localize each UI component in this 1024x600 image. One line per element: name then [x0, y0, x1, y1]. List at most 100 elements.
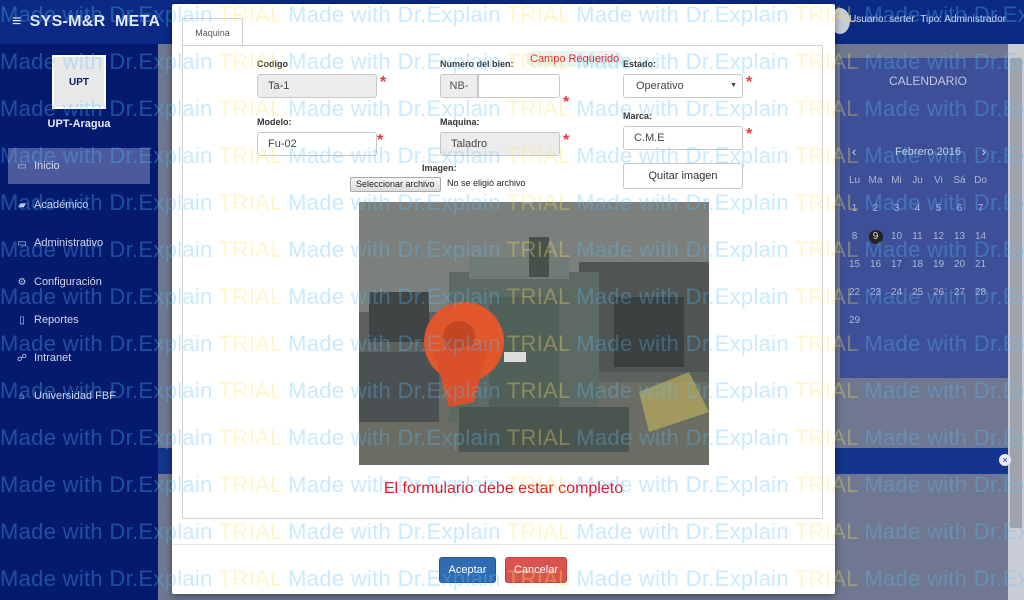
numero-bien-prefix: NB- — [440, 74, 478, 98]
codigo-label: Codigo — [257, 59, 288, 69]
calendar-weekday: Vi — [934, 175, 943, 186]
required-mark: * — [746, 126, 753, 143]
calendar-day[interactable]: 20 — [949, 258, 970, 272]
hamburger-icon[interactable]: ≡ — [12, 13, 22, 30]
calendar-day[interactable]: 28 — [970, 286, 991, 300]
sidebar-item-label: Administrativo — [34, 237, 104, 249]
calendar-weekday: Do — [974, 175, 987, 186]
calendar-day[interactable]: 22 — [844, 286, 865, 300]
brand-suffix: META — [115, 13, 161, 30]
calendar-day[interactable]: 6 — [949, 202, 970, 216]
chevron-right-icon[interactable]: › — [982, 144, 986, 159]
calendar-day[interactable]: 27 — [949, 286, 970, 300]
select-file-button[interactable]: Seleccionar archivo — [350, 177, 441, 192]
calendar-widget: CALENDARIO ‹ Febrero 2016 › Lu Ma Mi Ju Vi Sá… — [840, 58, 1016, 378]
sidebar-item-universidad[interactable]: ⌂ Universidad FBF — [16, 390, 116, 402]
calendar-day[interactable]: 3 — [886, 202, 907, 216]
calendar-day[interactable]: 9 — [868, 230, 883, 244]
required-mark: * — [380, 74, 387, 91]
sidebar-item-configuracion[interactable]: ⚙ Configuración — [16, 276, 102, 288]
imagen-label: Imagen: — [422, 163, 457, 173]
caret-down-icon: ▼ — [730, 82, 737, 89]
calendar-day[interactable]: 14 — [970, 230, 991, 244]
machine-photo — [359, 202, 709, 465]
modelo-field[interactable]: Fu-02 — [257, 132, 377, 156]
user-info[interactable]: Usuario: serter Tipo: Administrador — [849, 14, 1006, 25]
calendar-day[interactable]: 1 — [844, 202, 865, 216]
sidebar-item-label: Inicio — [34, 160, 60, 172]
calendar-day[interactable]: 26 — [928, 286, 949, 300]
calendar-day[interactable]: 15 — [844, 258, 865, 272]
sidebar-item-label: Universidad FBF — [34, 390, 116, 402]
calendar-weekday: Lu — [848, 175, 861, 186]
institution-icon: ⌂ — [18, 390, 26, 402]
required-mark: * — [563, 132, 570, 149]
sidebar: UPT UPT-Aragua ▭ Inicio ▰ Académico ▭ Admin… — [0, 0, 158, 600]
sidebar-item-intranet[interactable]: ☍ Intranet — [16, 352, 71, 364]
institution-name: UPT-Aragua — [47, 118, 111, 130]
sidebar-item-reportes[interactable]: ▯ Reportes — [16, 314, 79, 326]
calendar-grid: Lu Ma Mi Ju Vi Sá Do 1 2 3 4 5 6 7 8 9 10 11 12 13 14 15 16 17 1… — [844, 174, 994, 328]
calendar-day[interactable]: 29 — [844, 314, 865, 328]
sidebar-item-academico[interactable]: ▰ Académico — [16, 199, 88, 211]
remove-image-button[interactable]: Quitar imagen — [623, 163, 743, 189]
cancel-button[interactable]: Cancelar — [505, 557, 567, 583]
calendar-day[interactable]: 25 — [907, 286, 928, 300]
estado-select[interactable]: Operativo ▼ — [623, 74, 743, 98]
sidebar-item-label: Académico — [34, 199, 89, 211]
estado-value: Operativo — [636, 80, 684, 92]
calendar-day[interactable]: 12 — [928, 230, 949, 244]
app-brand[interactable]: ≡ SYS-M&R META — [12, 13, 160, 31]
calendar-day[interactable]: 16 — [865, 258, 886, 272]
calendar-day[interactable]: 18 — [907, 258, 928, 272]
calendar-day[interactable]: 17 — [886, 258, 907, 272]
calendar-day[interactable]: 4 — [907, 202, 928, 216]
maquina-field[interactable]: Taladro — [440, 132, 560, 156]
calendar-day[interactable]: 19 — [928, 258, 949, 272]
calendar-day[interactable]: 5 — [928, 202, 949, 216]
sidebar-item-label: Configuración — [34, 276, 102, 288]
tab-maquina[interactable]: Maquina — [182, 18, 243, 46]
marca-field[interactable]: C.M.E — [623, 126, 743, 150]
required-tooltip: Campo Requerido — [526, 51, 624, 67]
codigo-field[interactable]: Ta-1 — [257, 74, 377, 98]
calendar-day[interactable]: 24 — [886, 286, 907, 300]
calendar-day[interactable]: 2 — [865, 202, 886, 216]
close-icon[interactable]: × — [999, 454, 1011, 466]
brand-name: SYS-M&R — [29, 13, 106, 30]
logo-text: UPT — [69, 76, 89, 88]
book-icon: ▰ — [18, 199, 26, 211]
user-type-label: Tipo: Administrador — [920, 14, 1006, 25]
calendar-day[interactable]: 13 — [949, 230, 970, 244]
required-mark: * — [746, 74, 753, 91]
calendar-weekday: Ju — [912, 175, 923, 186]
sidebar-item-inicio[interactable]: ▭ Inicio — [16, 160, 60, 172]
modelo-label: Modelo: — [257, 117, 292, 127]
gears-icon: ⚙ — [17, 276, 27, 288]
error-message: El formulario debe estar completo — [383, 480, 624, 497]
sidebar-item-label: Reportes — [34, 314, 79, 326]
sitemap-icon: ☍ — [16, 352, 28, 364]
machine-modal: Maquina Codigo Ta-1 * Numero del bien: C… — [172, 4, 835, 594]
scrollbar-thumb[interactable] — [1010, 58, 1022, 528]
calendar-day[interactable]: 11 — [907, 230, 928, 244]
required-mark: * — [563, 94, 570, 111]
file-status: No se eligió archivo — [447, 178, 526, 188]
calendar-day[interactable]: 7 — [970, 202, 991, 216]
maquina-label: Maquina: — [440, 117, 480, 127]
calendar-day[interactable]: 8 — [844, 230, 865, 244]
calendar-day[interactable]: 10 — [886, 230, 907, 244]
university-logo: UPT — [52, 55, 106, 109]
calendar-weekday: Sá — [953, 175, 966, 186]
numero-bien-label: Numero del bien: — [440, 59, 514, 69]
estado-label: Estado: — [623, 59, 657, 69]
monitor-icon: ▭ — [17, 237, 27, 249]
home-icon: ▭ — [17, 160, 27, 172]
calendar-day[interactable]: 21 — [970, 258, 991, 272]
sidebar-item-label: Intranet — [34, 352, 72, 364]
accept-button[interactable]: Aceptar — [439, 557, 496, 583]
numero-bien-field[interactable] — [478, 74, 560, 98]
sidebar-item-administrativo[interactable]: ▭ Administrativo — [16, 237, 103, 249]
calendar-day[interactable]: 23 — [865, 286, 886, 300]
user-label: Usuario: serter — [849, 14, 915, 25]
